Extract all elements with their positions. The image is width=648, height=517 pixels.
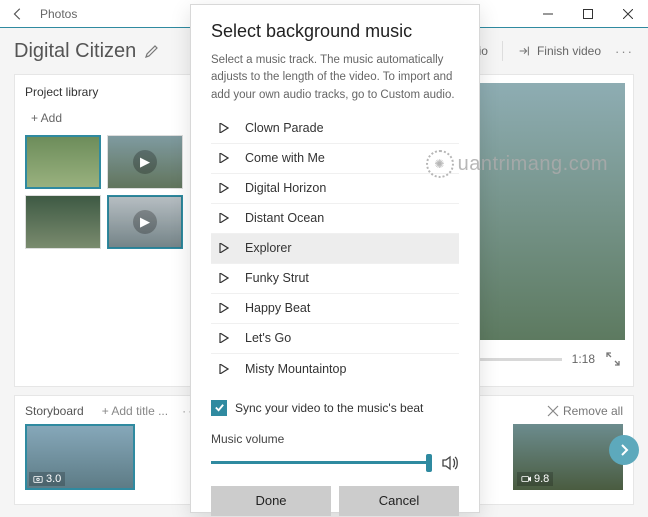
volume-slider[interactable] (211, 461, 429, 464)
play-preview-icon (217, 241, 231, 255)
sync-label: Sync your video to the music's beat (235, 401, 423, 415)
library-item[interactable] (25, 195, 101, 249)
background-music-dialog: Select background music Select a music t… (190, 4, 480, 513)
minimize-button[interactable] (528, 0, 568, 28)
library-item[interactable]: ▶ (107, 135, 183, 189)
track-list: Clown Parade Come with Me Digital Horizon D… (211, 114, 459, 384)
music-track-label: Clown Parade (245, 121, 324, 135)
play-preview-icon (217, 181, 231, 195)
clip-duration: 3.0 (29, 472, 65, 486)
music-track-label: Misty Mountaintop (245, 362, 346, 376)
music-track-label: Happy Beat (245, 301, 310, 315)
project-title: Digital Citizen (14, 40, 136, 63)
dialog-description: Select a music track. The music automati… (211, 52, 459, 104)
project-library-panel: Project library + Add ▶ ▶ (14, 74, 194, 387)
finish-video-button[interactable]: Finish video (517, 44, 601, 58)
back-button[interactable] (0, 7, 36, 21)
library-item[interactable] (25, 135, 101, 189)
play-preview-icon (217, 362, 231, 376)
music-track-item[interactable]: Misty Mountaintop (211, 354, 459, 384)
close-button[interactable] (608, 0, 648, 28)
preview-time: 1:18 (572, 352, 595, 366)
remove-all-label: Remove all (563, 404, 623, 418)
sync-checkbox-row[interactable]: Sync your video to the music's beat (211, 400, 459, 416)
checkbox-checked-icon (211, 400, 227, 416)
music-track-item[interactable]: Clown Parade (211, 114, 459, 144)
music-track-item[interactable]: Funky Strut (211, 264, 459, 294)
app-name: Photos (36, 7, 77, 21)
music-track-label: Come with Me (245, 151, 325, 165)
play-preview-icon (217, 301, 231, 315)
storyboard-title: Storyboard (25, 404, 84, 418)
done-button[interactable]: Done (211, 486, 331, 516)
music-track-label: Funky Strut (245, 271, 309, 285)
storyboard-clip[interactable]: 9.8 (513, 424, 623, 490)
play-preview-icon (217, 211, 231, 225)
music-track-item[interactable]: Happy Beat (211, 294, 459, 324)
music-track-label: Let's Go (245, 331, 291, 345)
library-add-button[interactable]: + Add (31, 111, 183, 125)
speaker-icon[interactable] (441, 454, 459, 472)
library-item[interactable]: ▶ (107, 195, 183, 249)
music-track-item[interactable]: Digital Horizon (211, 174, 459, 204)
dialog-title: Select background music (211, 21, 459, 42)
library-grid: ▶ ▶ (25, 135, 183, 249)
music-track-item[interactable]: Let's Go (211, 324, 459, 354)
music-track-label: Digital Horizon (245, 181, 326, 195)
next-clip-button[interactable] (609, 435, 639, 465)
music-track-item[interactable]: Distant Ocean (211, 204, 459, 234)
music-track-label: Distant Ocean (245, 211, 324, 225)
volume-row (211, 454, 459, 472)
storyboard-clip[interactable]: 3.0 (25, 424, 135, 490)
fullscreen-icon[interactable] (605, 351, 621, 367)
music-track-label: Explorer (245, 241, 292, 255)
add-title-card-button[interactable]: + Add title ... (102, 404, 168, 418)
volume-handle[interactable] (426, 454, 432, 472)
remove-all-button[interactable]: Remove all (547, 404, 623, 418)
play-preview-icon (217, 121, 231, 135)
play-preview-icon (217, 271, 231, 285)
cancel-button[interactable]: Cancel (339, 486, 459, 516)
play-preview-icon (217, 151, 231, 165)
finish-video-label: Finish video (537, 44, 601, 58)
music-track-item[interactable]: Explorer (211, 234, 459, 264)
play-preview-icon (217, 331, 231, 345)
maximize-button[interactable] (568, 0, 608, 28)
project-library-title: Project library (25, 85, 183, 99)
watermark-logo-icon: ✺ (426, 150, 454, 178)
play-icon: ▶ (133, 210, 157, 234)
more-button[interactable]: ··· (615, 44, 634, 59)
volume-label: Music volume (211, 432, 459, 446)
watermark: ✺ uantrimang.com (426, 150, 608, 178)
music-track-item[interactable]: Come with Me (211, 144, 459, 174)
play-icon: ▶ (133, 150, 157, 174)
clip-duration: 9.8 (517, 472, 553, 486)
rename-icon[interactable] (144, 43, 160, 59)
